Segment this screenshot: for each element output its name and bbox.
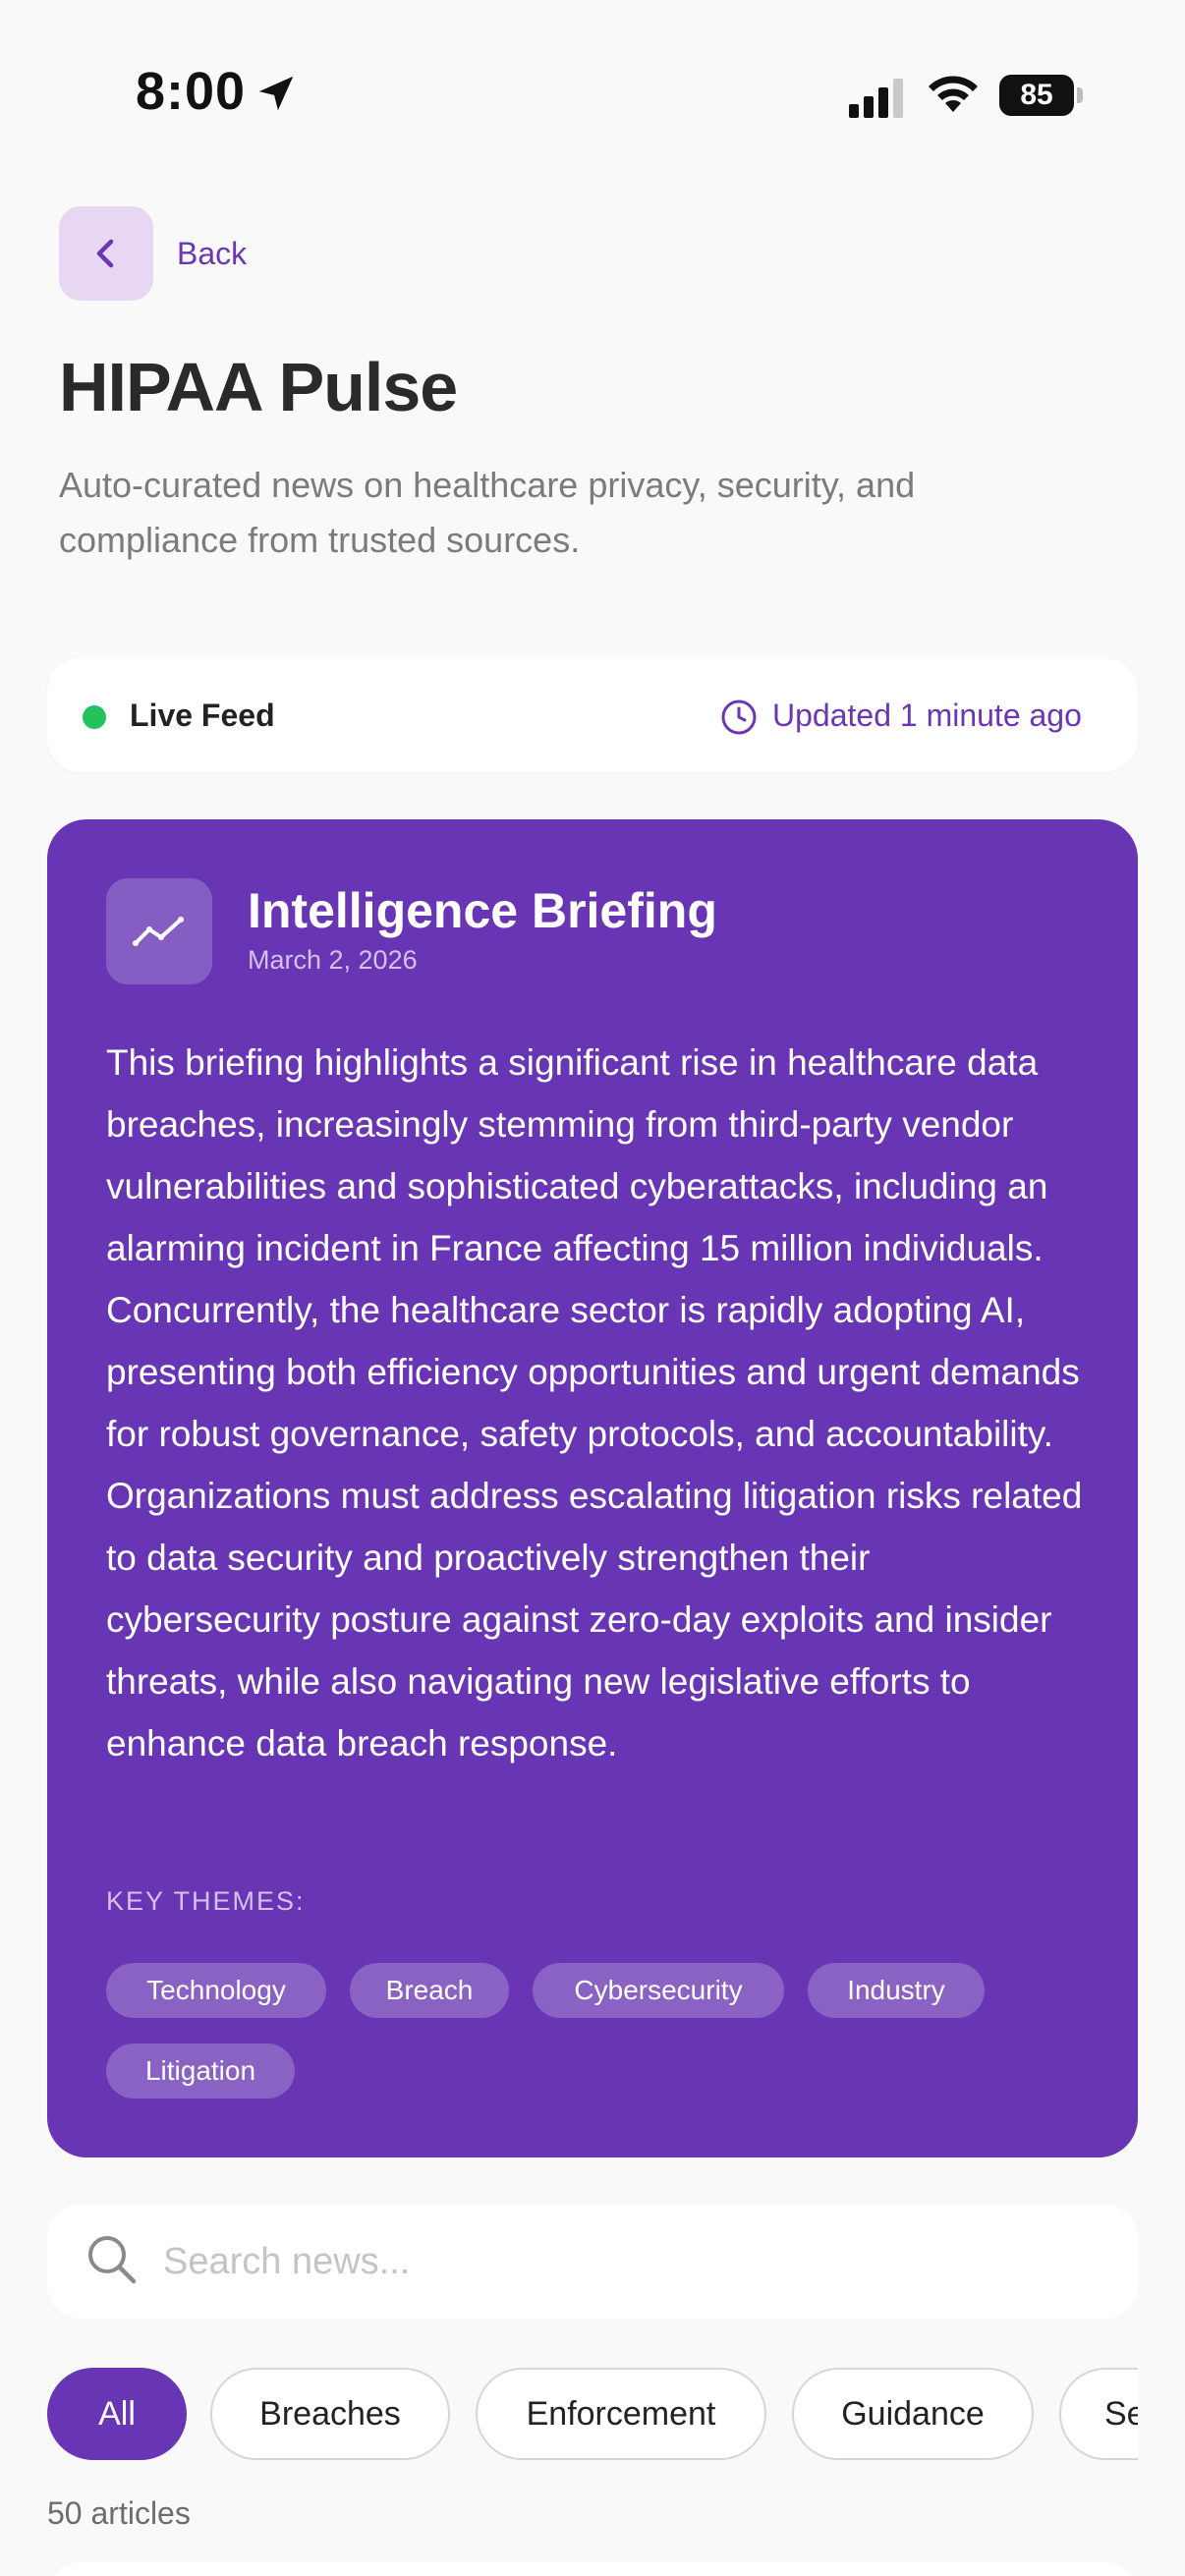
live-feed-label: Live Feed xyxy=(130,698,275,733)
status-bar: 8:00 85 xyxy=(0,0,1185,187)
theme-chip[interactable]: Technology xyxy=(106,1963,326,2018)
filter-chip-all[interactable]: All xyxy=(47,2368,187,2460)
briefing-title: Intelligence Briefing xyxy=(248,883,717,938)
filter-chip-enforcement[interactable]: Enforcement xyxy=(476,2368,766,2460)
trend-chart-icon xyxy=(133,917,184,946)
filter-chip-breaches[interactable]: Breaches xyxy=(210,2368,450,2460)
page-subtitle: Auto-curated news on healthcare privacy,… xyxy=(59,465,916,560)
search-icon xyxy=(88,2236,137,2284)
theme-chip[interactable]: Breach xyxy=(350,1963,509,2018)
battery-tip xyxy=(1077,87,1083,103)
briefing-date: March 2, 2026 xyxy=(248,945,418,975)
filter-chip-guidance[interactable]: Guidance xyxy=(792,2368,1034,2460)
theme-chip[interactable]: Litigation xyxy=(106,2044,295,2099)
back-link[interactable]: Back xyxy=(177,236,247,272)
key-themes-label: KEY THEMES: xyxy=(106,1886,306,1916)
briefing-icon-container xyxy=(106,878,212,984)
wifi-icon xyxy=(929,76,978,112)
article-count: 50 articles xyxy=(47,2495,191,2531)
search-input[interactable] xyxy=(163,2232,1106,2291)
battery-indicator: 85 xyxy=(999,75,1083,116)
filter-chip-row[interactable]: All Breaches Enforcement Guidance Se xyxy=(47,2368,1138,2460)
filter-chip-partial[interactable]: Se xyxy=(1059,2368,1138,2460)
location-arrow-icon xyxy=(258,76,294,111)
theme-chip[interactable]: Cybersecurity xyxy=(533,1963,784,2018)
article-card-partial[interactable] xyxy=(47,2562,1138,2576)
back-button[interactable] xyxy=(59,206,153,301)
live-status-dot xyxy=(83,705,106,729)
chevron-left-icon xyxy=(96,239,114,268)
briefing-summary: This briefing highlights a significant r… xyxy=(106,1042,1083,1764)
cellular-signal-icon xyxy=(849,79,903,118)
theme-chip[interactable]: Industry xyxy=(808,1963,985,2018)
status-time: 8:00 xyxy=(136,62,247,121)
page-title: HIPAA Pulse xyxy=(59,349,458,425)
battery-level: 85 xyxy=(999,75,1074,116)
clock-icon xyxy=(721,700,757,735)
last-updated-text: Updated 1 minute ago xyxy=(772,698,1082,733)
hipaa-pulse-screen: 8:00 85 Back HIPAA Pulse Auto-curated ne… xyxy=(0,0,1185,2576)
